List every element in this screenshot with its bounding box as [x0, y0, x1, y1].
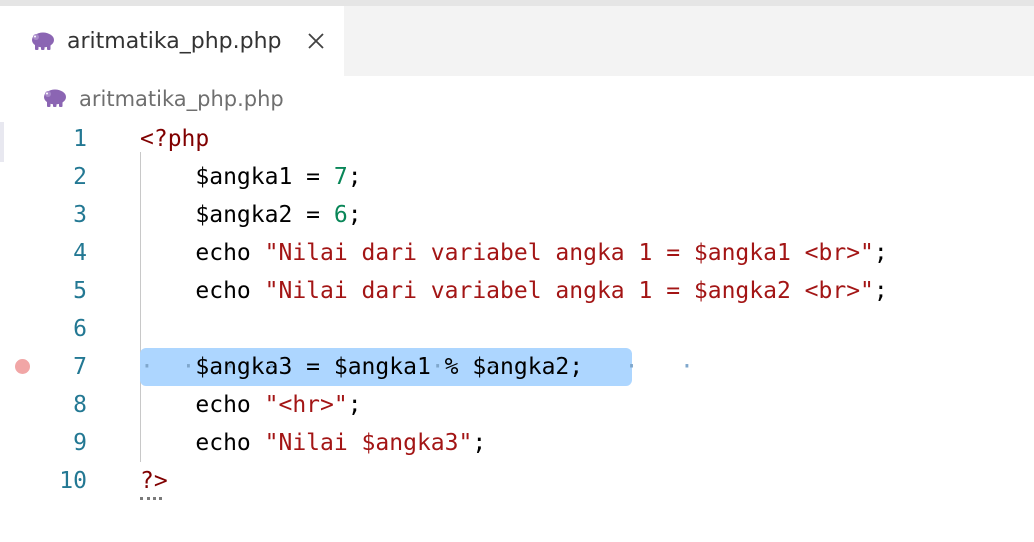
- code-line[interactable]: 4 echo "Nilai dari variabel angka 1 = $a…: [0, 234, 1034, 272]
- code-text: echo "Nilai dari variabel angka 1 = $ang…: [140, 234, 888, 272]
- code-line[interactable]: 1 <?php: [0, 120, 1034, 158]
- code-line[interactable]: 9 echo "Nilai $angka3";: [0, 424, 1034, 462]
- code-line[interactable]: 2 $angka1 = 7;: [0, 158, 1034, 196]
- line-number: 2: [73, 164, 87, 190]
- code-token: ?>: [140, 468, 168, 494]
- code-token: ;: [347, 202, 362, 228]
- code-token: echo: [140, 392, 265, 418]
- line-number: 9: [73, 430, 87, 456]
- code-token: echo: [140, 240, 265, 266]
- code-token: echo: [140, 430, 265, 456]
- code-token: ;: [873, 240, 888, 266]
- php-elephant-icon: [32, 32, 54, 50]
- breadcrumb-filename: aritmatika_php.php: [79, 87, 284, 111]
- code-token: <?php: [140, 126, 210, 152]
- hint-squiggle: [140, 493, 162, 500]
- tab-bar: aritmatika_php.php: [0, 6, 1034, 76]
- code-token: ;: [472, 430, 487, 456]
- code-line[interactable]: 7 $angka3 = $angka1 % $angka2;: [0, 348, 1034, 386]
- line-number: 3: [73, 202, 87, 228]
- close-icon[interactable]: [306, 31, 326, 51]
- code-text: <?php: [140, 120, 209, 158]
- php-elephant-icon: [44, 89, 66, 107]
- code-text: echo "Nilai dari variabel angka 1 = $ang…: [140, 272, 888, 310]
- code-text: echo "Nilai $angka3";: [140, 424, 486, 462]
- line-number: 6: [73, 316, 87, 342]
- breadcrumb[interactable]: aritmatika_php.php: [0, 80, 1034, 120]
- code-token: ;: [347, 164, 362, 190]
- line-number: 1: [73, 126, 87, 152]
- code-line[interactable]: 6: [0, 310, 1034, 348]
- code-text: $angka2 = 6;: [140, 196, 362, 234]
- code-token: $angka2 =: [140, 202, 334, 228]
- line-number: 4: [73, 240, 87, 266]
- code-token: 7: [333, 164, 348, 190]
- code-line[interactable]: 3 $angka2 = 6;: [0, 196, 1034, 234]
- line-number: 10: [59, 468, 87, 494]
- code-token: ;: [347, 392, 362, 418]
- code-token: "Nilai $angka3": [264, 430, 473, 456]
- line-number: 7: [73, 354, 87, 380]
- code-text: $angka1 = 7;: [140, 158, 362, 196]
- code-editor[interactable]: 1 <?php 2 $angka1 = 7; 3 $angka2 = 6; 4 echo…: [0, 120, 1034, 542]
- code-token: $angka1 =: [140, 164, 334, 190]
- code-token: "Nilai dari variabel angka 1 = $angka1 <…: [264, 240, 874, 266]
- code-token: ;: [873, 278, 888, 304]
- line-number: 5: [73, 278, 87, 304]
- line-number: 8: [73, 392, 87, 418]
- code-text: $angka3 = $angka1 % $angka2;: [140, 348, 583, 386]
- code-token: $angka3 = $angka1 % $angka2;: [140, 354, 584, 380]
- code-line[interactable]: 5 echo "Nilai dari variabel angka 1 = $a…: [0, 272, 1034, 310]
- code-token: "<hr>": [264, 392, 348, 418]
- code-token: echo: [140, 278, 265, 304]
- tab-label: aritmatika_php.php: [67, 29, 282, 54]
- code-token: "Nilai dari variabel angka 1 = $angka2 <…: [264, 278, 874, 304]
- code-line[interactable]: 8 echo "<hr>";: [0, 386, 1034, 424]
- tab-aritmatika-php[interactable]: aritmatika_php.php: [0, 6, 344, 76]
- code-token: 6: [333, 202, 348, 228]
- code-text: echo "<hr>";: [140, 386, 362, 424]
